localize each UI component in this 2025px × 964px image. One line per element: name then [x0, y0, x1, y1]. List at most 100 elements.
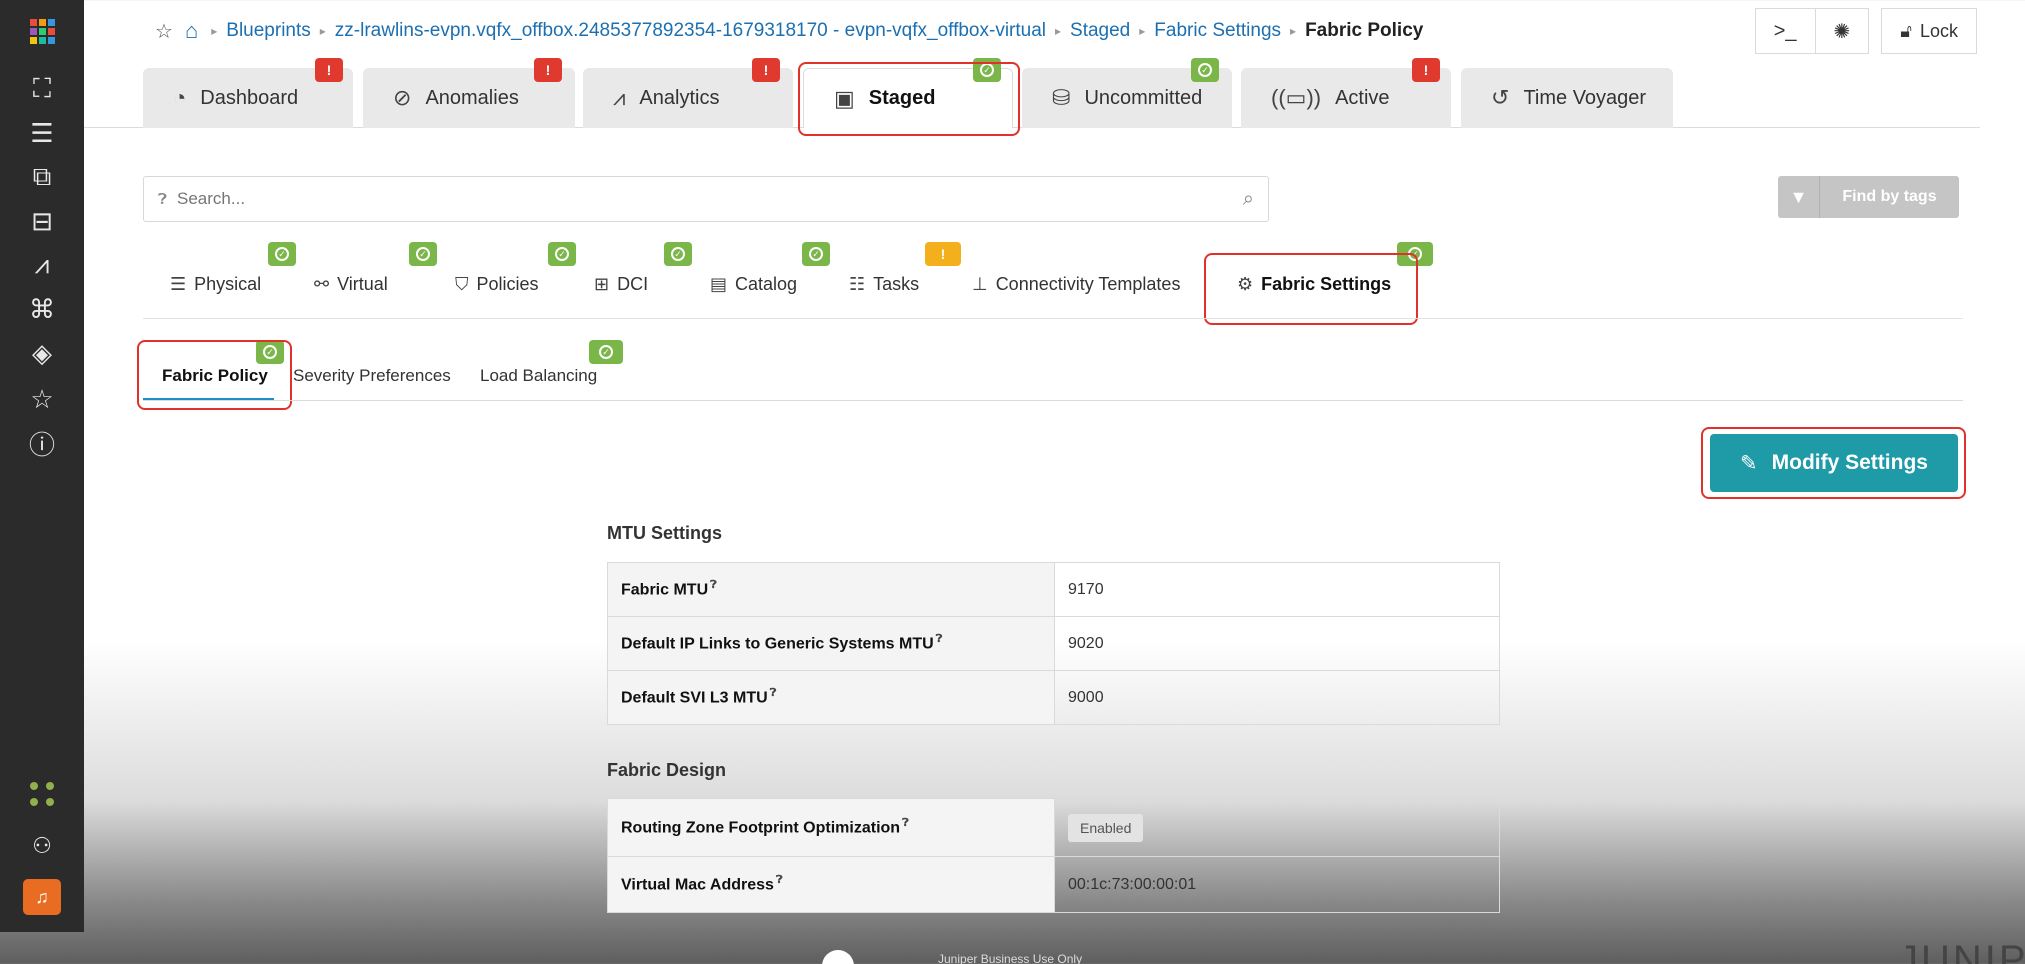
history-icon: ↺	[1491, 85, 1510, 110]
search-bar[interactable]: ❓︎ ⌕	[143, 176, 1269, 222]
help-icon[interactable]: ❓︎	[902, 817, 909, 829]
lock-label: Lock	[1919, 20, 1958, 41]
platform-nav-icon[interactable]: ◈	[20, 334, 64, 372]
breadcrumb-fabric-settings[interactable]: Fabric Settings	[1154, 20, 1281, 42]
subtab-physical[interactable]: ☰ Physical	[170, 274, 261, 295]
help-icon[interactable]: ❓︎	[936, 633, 943, 645]
find-by-tags-button[interactable]: ▼ Find by tags	[1778, 176, 1959, 218]
modify-settings-button[interactable]: ✎ Modify Settings	[1710, 434, 1958, 492]
virtual-ok-badge: ✓	[409, 242, 437, 266]
fabric-mtu-value: 9170	[1068, 580, 1104, 598]
chevron-right-icon: ▸	[1139, 24, 1146, 38]
fabric-settings-ok-badge: ✓	[1397, 242, 1433, 266]
help-icon[interactable]: ❓︎	[770, 687, 777, 699]
user-account-icon[interactable]: ⚇	[20, 827, 64, 865]
catalog-ok-badge: ✓	[802, 242, 830, 266]
bug-icon: ✺	[1833, 20, 1851, 43]
search-help-icon[interactable]: ❓︎	[158, 191, 167, 208]
breadcrumb-staged[interactable]: Staged	[1070, 20, 1130, 42]
external-systems-nav-icon[interactable]: ⌘	[20, 290, 64, 328]
table-row: Fabric MTU ❓︎ 9170	[607, 562, 1500, 617]
devices-nav-icon[interactable]: ☰	[20, 114, 64, 152]
uncommitted-icon: ⛁	[1052, 85, 1071, 110]
blueprints-nav-icon[interactable]: ⛶	[20, 70, 64, 108]
tab-label: Time Voyager	[1523, 86, 1647, 109]
breadcrumb: ☆ ⌂ ▸ Blueprints ▸ zz-lrawlins-evpn.vqfx…	[155, 14, 1423, 48]
terminal-icon: >_	[1773, 19, 1797, 42]
subtab-label: Tasks	[873, 274, 920, 294]
dci-icon: ⊞	[594, 274, 610, 294]
notifications-bell-icon[interactable]: ♫	[20, 878, 64, 916]
footer-note: Juniper Business Use Only	[938, 952, 1083, 964]
analytics-nav-icon[interactable]: ⩘	[20, 246, 64, 284]
tab-time-voyager[interactable]: ↺ Time Voyager	[1461, 68, 1673, 128]
generic-systems-mtu-value: 9020	[1054, 616, 1500, 671]
fabric-design-title: Fabric Design	[607, 760, 727, 780]
help-icon[interactable]: ❓︎	[710, 579, 717, 591]
virtual-mac-key: Virtual Mac Address ❓︎	[607, 856, 1055, 913]
footprint-optimization-key: Routing Zone Footprint Optimization ❓︎	[607, 798, 1055, 857]
staged-file-icon: ▣	[834, 85, 855, 111]
chevron-right-icon: ▸	[1290, 24, 1297, 38]
favorites-star-icon[interactable]: ☆	[20, 380, 64, 418]
breadcrumb-blueprint-name[interactable]: zz-lrawlins-evpn.vqfx_offbox.24853778923…	[335, 20, 1046, 42]
breadcrumb-current: Fabric Policy	[1305, 20, 1424, 41]
subtab-label: Catalog	[735, 274, 798, 294]
policies-ok-badge: ✓	[548, 242, 576, 266]
chevron-right-icon: ▸	[211, 24, 218, 38]
virtual-network-icon: ⚯	[314, 274, 330, 294]
subtab-virtual[interactable]: ⚯ Virtual	[314, 274, 388, 295]
left-sidebar: ⛶ ☰ ⧉ ⊟ ⩘ ⌘ ◈ ☆ ⓘ ⚇ ♫	[0, 0, 84, 932]
resources-nav-icon[interactable]: ⊟	[20, 202, 64, 240]
tab-label: Anomalies	[425, 86, 519, 109]
line-chart-icon: ⩘	[613, 85, 626, 110]
subtab-label: Physical	[194, 274, 262, 294]
mtu-settings-title: MTU Settings	[607, 523, 722, 543]
lock-button[interactable]: 🔓︎ Lock	[1881, 8, 1977, 54]
search-input[interactable]	[177, 189, 1233, 209]
table-row: Virtual Mac Address ❓︎ 00:1c:73:00:00:01	[607, 856, 1500, 913]
footprint-optimization-value: Enabled	[1055, 799, 1500, 857]
staged-ok-badge: ✓	[973, 58, 1001, 82]
help-icon[interactable]: ❓︎	[776, 874, 783, 886]
tab-label: Staged	[868, 87, 936, 109]
chevron-right-icon: ▸	[319, 24, 326, 38]
settings-tab-fabric-policy[interactable]: Fabric Policy	[162, 366, 268, 386]
rack-icon: ☰	[170, 274, 187, 294]
active-signal-icon: ((▭))	[1271, 85, 1322, 110]
catalog-icon: ▤	[710, 274, 728, 294]
subtab-catalog[interactable]: ▤ Catalog	[710, 274, 797, 295]
search-icon[interactable]: ⌕	[1243, 188, 1254, 211]
debug-button[interactable]: ✺	[1815, 8, 1870, 54]
find-by-tags-label: Find by tags	[1842, 188, 1937, 205]
svi-l3-mtu-key: Default SVI L3 MTU ❓︎	[607, 670, 1055, 725]
filter-icon: ▼	[1778, 176, 1820, 218]
fabric-mtu-key: Fabric MTU ❓︎	[607, 562, 1055, 617]
help-icon[interactable]: ⓘ	[20, 424, 64, 462]
analytics-warning-badge: !	[752, 58, 780, 82]
app-logo-icon[interactable]	[20, 12, 64, 50]
settings-tab-severity-preferences[interactable]: Severity Preferences	[293, 366, 451, 386]
subtab-tasks[interactable]: ☷ Tasks	[849, 274, 919, 295]
brand-logo: JUNIPE	[1898, 938, 2025, 964]
tasks-list-icon: ☷	[849, 274, 866, 294]
tasks-warning-badge: !	[925, 242, 961, 266]
generic-systems-mtu-key: Default IP Links to Generic Systems MTU ❓…	[607, 616, 1055, 671]
uncommitted-ok-badge: ✓	[1191, 58, 1219, 82]
virtual-mac-value: 00:1c:73:00:00:01	[1054, 856, 1500, 913]
subtab-connectivity-templates[interactable]: ⊥ Connectivity Templates	[972, 274, 1180, 295]
top-actions: >_ ✺ 🔓︎ Lock	[1754, 8, 1977, 54]
design-nav-icon[interactable]: ⧉	[20, 158, 64, 196]
favorite-star-icon[interactable]: ☆	[155, 19, 173, 44]
subtab-label: Virtual	[337, 274, 388, 294]
settings-tab-load-balancing[interactable]: Load Balancing	[480, 366, 597, 386]
subtab-fabric-settings[interactable]: ⚙ Fabric Settings	[1237, 274, 1391, 295]
breadcrumb-blueprints[interactable]: Blueprints	[226, 20, 311, 42]
gauge-icon: ◔	[173, 85, 187, 110]
subtab-policies[interactable]: ⛉ Policies	[455, 274, 539, 295]
terminal-button[interactable]: >_	[1754, 8, 1816, 54]
home-icon[interactable]: ⌂	[185, 18, 198, 44]
settings-tabs-divider	[143, 400, 1963, 401]
subtab-dci[interactable]: ⊞ DCI	[594, 274, 648, 295]
load-balancing-ok-badge: ✓	[589, 340, 623, 364]
